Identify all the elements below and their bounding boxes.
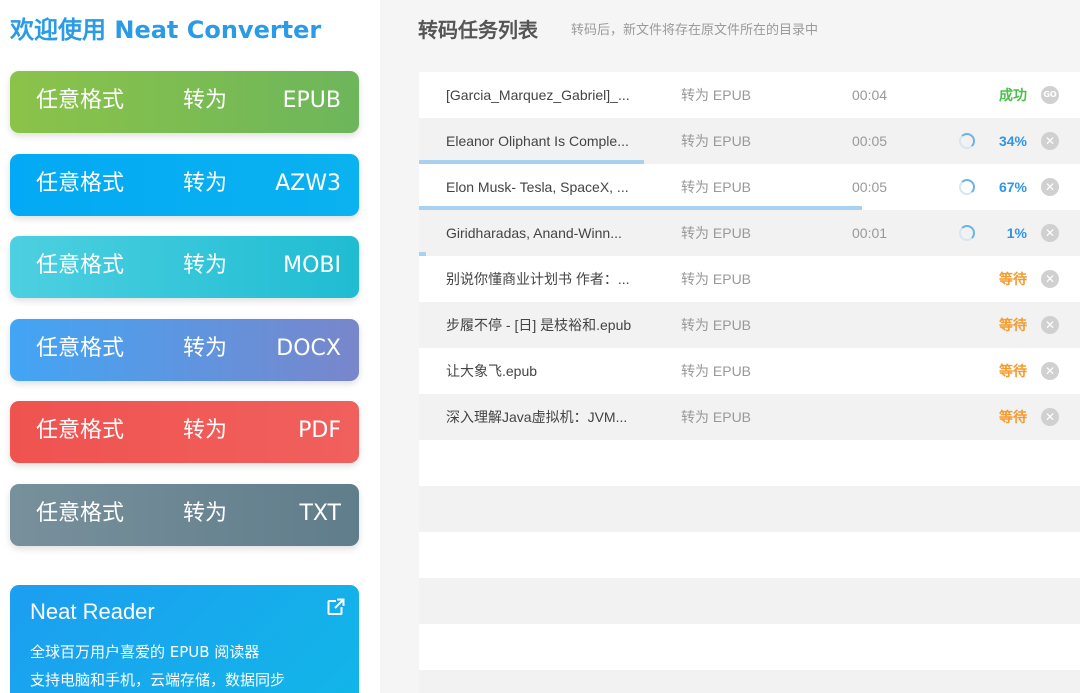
empty-row bbox=[419, 670, 1080, 693]
convert-to-docx-button[interactable]: 任意格式 转为 DOCX bbox=[10, 319, 359, 381]
loading-spinner-icon bbox=[959, 179, 975, 195]
button-label-any-format: 任意格式 bbox=[36, 253, 125, 278]
main-panel: 转码任务列表 转码后，新文件将存在原文件所在的目录中 [Garcia_Marqu… bbox=[380, 0, 1080, 693]
task-status: 等待 bbox=[999, 317, 1027, 333]
task-row: Eleanor Oliphant Is Comple... 转为 EPUB 00:0… bbox=[419, 118, 1080, 164]
loading-spinner-icon bbox=[959, 225, 975, 241]
empty-row bbox=[419, 532, 1080, 578]
convert-to-mobi-button[interactable]: 任意格式 转为 MOBI bbox=[10, 236, 359, 298]
task-row: Giridharadas, Anand-Winn... 转为 EPUB 00:01 1… bbox=[419, 210, 1080, 256]
task-row: 别说你懂商业计划书 作者：... 转为 EPUB 等待 ✕ bbox=[419, 256, 1080, 302]
button-label-to: 转为 bbox=[183, 501, 228, 526]
close-icon[interactable]: ✕ bbox=[1041, 132, 1059, 150]
task-status: 34% bbox=[998, 133, 1027, 149]
button-label-any-format: 任意格式 bbox=[36, 88, 125, 113]
button-label-format: AZW3 bbox=[275, 171, 341, 196]
task-status: 等待 bbox=[999, 363, 1027, 379]
close-icon[interactable]: ✕ bbox=[1041, 270, 1059, 288]
task-elapsed-time: 00:04 bbox=[852, 87, 888, 103]
button-label-to: 转为 bbox=[183, 253, 228, 278]
convert-to-txt-button[interactable]: 任意格式 转为 TXT bbox=[10, 484, 359, 546]
task-row: [Garcia_Marquez_Gabriel]_... 转为 EPUB 00:04… bbox=[419, 72, 1080, 118]
button-label-format: PDF bbox=[298, 418, 341, 443]
convert-to-epub-button[interactable]: 任意格式 转为 EPUB bbox=[10, 71, 359, 133]
task-status: 等待 bbox=[999, 409, 1027, 425]
task-status: 1% bbox=[1006, 225, 1027, 241]
button-label-any-format: 任意格式 bbox=[36, 171, 125, 196]
reader-tagline-1: 全球百万用户喜爱的 EPUB 阅读器 bbox=[30, 643, 260, 661]
button-label-to: 转为 bbox=[183, 336, 228, 361]
convert-to-pdf-button[interactable]: 任意格式 转为 PDF bbox=[10, 401, 359, 463]
task-elapsed-time: 00:05 bbox=[852, 179, 888, 195]
task-filename: Eleanor Oliphant Is Comple... bbox=[446, 133, 629, 149]
empty-row bbox=[419, 624, 1080, 670]
close-icon[interactable]: ✕ bbox=[1041, 224, 1059, 242]
empty-row bbox=[419, 578, 1080, 624]
task-row: 深入理解Java虚拟机：JVM... 转为 EPUB 等待 ✕ bbox=[419, 394, 1080, 440]
task-target-format: 转为 EPUB bbox=[681, 133, 752, 149]
reader-title: Neat Reader bbox=[30, 599, 155, 624]
task-target-format: 转为 EPUB bbox=[681, 409, 752, 425]
task-target-format: 转为 EPUB bbox=[681, 87, 752, 103]
task-target-format: 转为 EPUB bbox=[681, 179, 752, 195]
reader-tagline-2: 支持电脑和手机，云端存储，数据同步 bbox=[30, 671, 286, 689]
close-icon[interactable]: ✕ bbox=[1041, 316, 1059, 334]
button-label-to: 转为 bbox=[183, 418, 228, 443]
button-label-to: 转为 bbox=[183, 171, 228, 196]
task-row: 步履不停 - [日] 是枝裕和.epub 转为 EPUB 等待 ✕ bbox=[419, 302, 1080, 348]
neat-reader-promo-card[interactable]: Neat Reader 全球百万用户喜爱的 EPUB 阅读器 支持电脑和手机，云… bbox=[10, 585, 359, 693]
button-label-any-format: 任意格式 bbox=[36, 418, 125, 443]
button-label-any-format: 任意格式 bbox=[36, 336, 125, 361]
task-row: 让大象飞.epub 转为 EPUB 等待 ✕ bbox=[419, 348, 1080, 394]
button-label-format: TXT bbox=[299, 501, 341, 526]
task-elapsed-time: 00:05 bbox=[852, 133, 888, 149]
task-status: 成功 bbox=[999, 87, 1027, 103]
empty-row bbox=[419, 440, 1080, 486]
task-target-format: 转为 EPUB bbox=[681, 271, 752, 287]
close-icon[interactable]: ✕ bbox=[1041, 178, 1059, 196]
sidebar: 欢迎使用 Neat Converter 任意格式 转为 EPUB 任意格式 转为… bbox=[0, 0, 380, 693]
close-icon[interactable]: ✕ bbox=[1041, 362, 1059, 380]
button-label-format: MOBI bbox=[283, 253, 341, 278]
task-filename: Elon Musk- Tesla, SpaceX, ... bbox=[446, 179, 629, 195]
task-filename: 深入理解Java虚拟机：JVM... bbox=[446, 409, 628, 425]
external-link-icon[interactable] bbox=[327, 598, 345, 616]
task-filename: 步履不停 - [日] 是枝裕和.epub bbox=[446, 317, 632, 333]
task-filename: 让大象飞.epub bbox=[446, 363, 538, 379]
task-row: Elon Musk- Tesla, SpaceX, ... 转为 EPUB 00:0… bbox=[419, 164, 1080, 210]
button-label-any-format: 任意格式 bbox=[36, 501, 125, 526]
empty-row bbox=[419, 486, 1080, 532]
task-target-format: 转为 EPUB bbox=[681, 363, 752, 379]
convert-to-azw3-button[interactable]: 任意格式 转为 AZW3 bbox=[10, 154, 359, 216]
button-label-to: 转为 bbox=[183, 88, 228, 113]
task-status: 等待 bbox=[999, 271, 1027, 287]
task-target-format: 转为 EPUB bbox=[681, 225, 752, 241]
task-target-format: 转为 EPUB bbox=[681, 317, 752, 333]
task-filename: Giridharadas, Anand-Winn... bbox=[446, 225, 622, 241]
task-status: 67% bbox=[998, 179, 1027, 195]
task-filename: [Garcia_Marquez_Gabriel]_... bbox=[446, 87, 630, 103]
button-label-format: DOCX bbox=[276, 336, 341, 361]
button-label-format: EPUB bbox=[282, 88, 341, 113]
go-icon[interactable]: GO bbox=[1041, 86, 1059, 104]
app-title: 欢迎使用 Neat Converter bbox=[10, 16, 322, 44]
task-list: [Garcia_Marquez_Gabriel]_... 转为 EPUB 00:04… bbox=[419, 72, 1080, 693]
task-list-subtitle: 转码后，新文件将存在原文件所在的目录中 bbox=[571, 23, 819, 38]
close-icon[interactable]: ✕ bbox=[1041, 408, 1059, 426]
task-filename: 别说你懂商业计划书 作者：... bbox=[446, 271, 630, 287]
task-elapsed-time: 00:01 bbox=[852, 225, 888, 241]
task-list-title: 转码任务列表 bbox=[418, 18, 538, 42]
loading-spinner-icon bbox=[959, 133, 975, 149]
